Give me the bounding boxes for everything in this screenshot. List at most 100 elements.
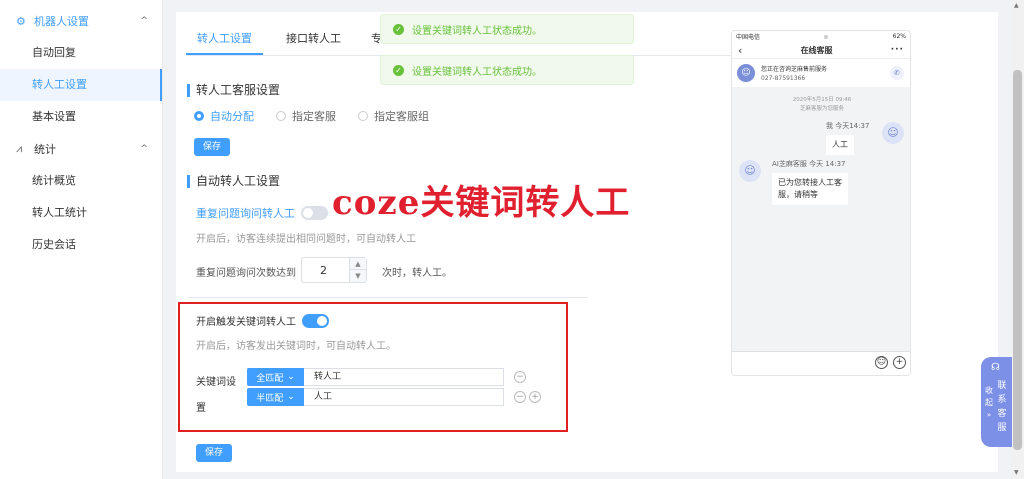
radio-specific-group[interactable]: 指定客服组 bbox=[358, 108, 429, 124]
back-icon[interactable]: ‹ bbox=[738, 44, 742, 57]
more-icon[interactable]: ··· bbox=[891, 45, 904, 55]
chevron-up-icon: ^ bbox=[140, 16, 148, 26]
headset-icon: ☊ bbox=[991, 362, 1000, 373]
scroll-up-icon[interactable]: ▲ bbox=[1014, 2, 1019, 9]
sidebar-item-stats-overview[interactable]: 统计概览 bbox=[0, 165, 162, 197]
plus-circle-icon[interactable]: + bbox=[893, 356, 906, 369]
contact-char: 客 bbox=[997, 409, 1007, 419]
success-toast: ✓ 设置关键词转人工状态成功。 bbox=[380, 55, 634, 85]
keyword-input[interactable]: 人工 bbox=[304, 388, 504, 406]
keyword-transfer-hint: 开启后，访客发出关键词时，可自动转人工。 bbox=[196, 341, 396, 352]
phone-service-info: ☺ 您正在咨询芝麻售前服务 027-87591366 ✆ bbox=[732, 58, 910, 86]
section-title-service: 转人工客服设置 bbox=[187, 84, 280, 97]
sidebar-group-label: 机器人设置 bbox=[34, 15, 89, 28]
keyword-transfer-toggle[interactable] bbox=[302, 313, 329, 328]
tab-transfer-settings[interactable]: 转人工设置 bbox=[186, 26, 263, 64]
bot-message-meta: AI芝麻客服 今天 14:37 bbox=[772, 160, 846, 168]
keyword-input[interactable]: 转人工 bbox=[304, 368, 504, 386]
sidebar-group-robot-settings[interactable]: ⚙ 机器人设置 ^ bbox=[0, 5, 162, 37]
repeat-count-suffix: 次时，转人工。 bbox=[382, 268, 452, 279]
phone-status-bar: 中国电信 62% bbox=[732, 31, 910, 42]
overlay-caption: coze关键词转人工 bbox=[332, 183, 631, 223]
chevron-down-icon: ⌄ bbox=[287, 392, 295, 402]
repeat-count-label: 重复问题询问次数达到 bbox=[196, 268, 296, 279]
keyword-setting-label-cont: 置 bbox=[196, 403, 206, 414]
page-scrollbar[interactable]: ▲ ▼ bbox=[1011, 0, 1024, 479]
sidebar: ⚙ 机器人设置 ^ 自动回复 转人工设置 基本设置 ⩘ 统计 ^ 统计概览 转人… bbox=[0, 0, 163, 479]
scroll-thumb[interactable] bbox=[1013, 70, 1022, 450]
emoji-icon[interactable]: ☺ bbox=[875, 356, 888, 369]
radio-label: 自动分配 bbox=[210, 110, 254, 123]
service-title: 您正在咨询芝麻售前服务 bbox=[761, 65, 828, 73]
match-mode-select[interactable]: 全匹配 ⌄ bbox=[247, 368, 304, 386]
phone-nav-bar: ‹ 在线客服 ··· bbox=[732, 42, 910, 58]
assign-mode-radios: 自动分配 指定客服 指定客服组 bbox=[194, 108, 451, 124]
save-button-service[interactable]: 保存 bbox=[194, 138, 230, 156]
user-avatar-icon: ☺ bbox=[882, 122, 904, 144]
system-note: 芝麻客服为您服务 bbox=[799, 106, 844, 112]
user-message-bubble: 人工 bbox=[826, 135, 854, 155]
camera-notch bbox=[824, 34, 829, 39]
keyword-row: 全匹配 ⌄ 转人工 − bbox=[247, 368, 526, 386]
stepper-down-icon[interactable]: ▼ bbox=[350, 270, 366, 282]
sidebar-item-transfer-stats[interactable]: 转人工统计 bbox=[0, 197, 162, 229]
repeat-count-stepper[interactable]: 2 ▲ ▼ bbox=[301, 257, 367, 283]
double-chevron-icon: » bbox=[986, 411, 992, 419]
collapse-char: 起 bbox=[985, 398, 993, 407]
save-button-keyword[interactable]: 保存 bbox=[196, 444, 232, 462]
section-title-auto: 自动转人工设置 bbox=[187, 175, 280, 188]
radio-dot bbox=[194, 111, 204, 121]
sidebar-item-transfer-settings[interactable]: 转人工设置 bbox=[0, 69, 162, 101]
add-keyword-icon[interactable]: + bbox=[529, 391, 541, 403]
repeat-question-hint: 开启后，访客连续提出相同问题时，可自动转人工 bbox=[196, 234, 416, 245]
sidebar-group-statistics[interactable]: ⩘ 统计 ^ bbox=[0, 133, 162, 165]
chevron-down-icon: ⌄ bbox=[287, 372, 295, 382]
chevron-up-icon: ^ bbox=[140, 144, 148, 154]
sidebar-group-label: 统计 bbox=[34, 143, 56, 156]
keyword-transfer-row: 开启触发关键词转人工 bbox=[196, 313, 329, 328]
scroll-down-icon[interactable]: ▼ bbox=[1014, 469, 1019, 476]
contact-support-widget[interactable]: ☊ 收 起 » 联 系 客 服 bbox=[981, 357, 1012, 447]
match-mode-label: 半匹配 bbox=[256, 393, 284, 404]
stepper-up-icon[interactable]: ▲ bbox=[350, 258, 366, 270]
check-circle-icon: ✓ bbox=[393, 23, 404, 35]
collapse-label[interactable]: 收 起 » bbox=[984, 385, 994, 421]
repeat-question-row: 重复问题询问转人工 bbox=[196, 205, 328, 221]
user-message-meta: 我 今天14:37 bbox=[826, 122, 870, 130]
sidebar-item-basic-settings[interactable]: 基本设置 bbox=[0, 101, 162, 133]
contact-char: 联 bbox=[997, 381, 1007, 391]
match-mode-select[interactable]: 半匹配 ⌄ bbox=[247, 388, 304, 406]
keyword-setting-label: 关键词设 bbox=[196, 377, 236, 388]
service-phone: 027-87591366 bbox=[761, 74, 806, 82]
service-avatar: ☺ bbox=[737, 63, 755, 82]
radio-dot bbox=[358, 111, 368, 121]
phone-preview: 中国电信 62% ‹ 在线客服 ··· ☺ 您正在咨询芝麻售前服务 027-87… bbox=[731, 30, 911, 376]
radio-auto-assign[interactable]: 自动分配 bbox=[194, 108, 254, 124]
repeat-count-value: 2 bbox=[320, 264, 327, 277]
battery-label: 62% bbox=[892, 33, 906, 40]
service-text: 您正在咨询芝麻售前服务 027-87591366 bbox=[761, 64, 827, 82]
radio-label: 指定客服组 bbox=[374, 110, 429, 123]
success-toast: ✓ 设置关键词转人工状态成功。 bbox=[380, 14, 634, 44]
tab-api-transfer[interactable]: 接口转人工 bbox=[275, 26, 352, 64]
radio-specific-agent[interactable]: 指定客服 bbox=[276, 108, 336, 124]
repeat-question-label: 重复问题询问转人工 bbox=[196, 207, 295, 220]
section-divider bbox=[188, 297, 588, 298]
radio-label: 指定客服 bbox=[292, 110, 336, 123]
bot-message-bubble: 已为您转接人工客 服，请稍等 bbox=[772, 173, 848, 205]
stepper-arrows: ▲ ▼ bbox=[349, 258, 366, 282]
phone-input-bar: ☺ + bbox=[732, 351, 910, 375]
check-circle-icon: ✓ bbox=[393, 64, 404, 76]
sidebar-item-auto-reply[interactable]: 自动回复 bbox=[0, 37, 162, 69]
repeat-question-toggle[interactable] bbox=[301, 206, 328, 220]
line-chart-icon: ⩘ bbox=[16, 142, 23, 155]
contact-char: 服 bbox=[997, 423, 1007, 433]
remove-keyword-icon[interactable]: − bbox=[514, 391, 526, 403]
gear-icon: ⚙ bbox=[16, 14, 26, 28]
bot-avatar-icon: ☺ bbox=[739, 160, 761, 182]
remove-keyword-icon[interactable]: − bbox=[514, 371, 526, 383]
sidebar-item-history[interactable]: 历史会话 bbox=[0, 229, 162, 261]
bot-message-line: 已为您转接人工客 bbox=[778, 178, 842, 187]
phone-call-icon[interactable]: ✆ bbox=[890, 66, 904, 80]
collapse-char: 收 bbox=[985, 386, 993, 395]
